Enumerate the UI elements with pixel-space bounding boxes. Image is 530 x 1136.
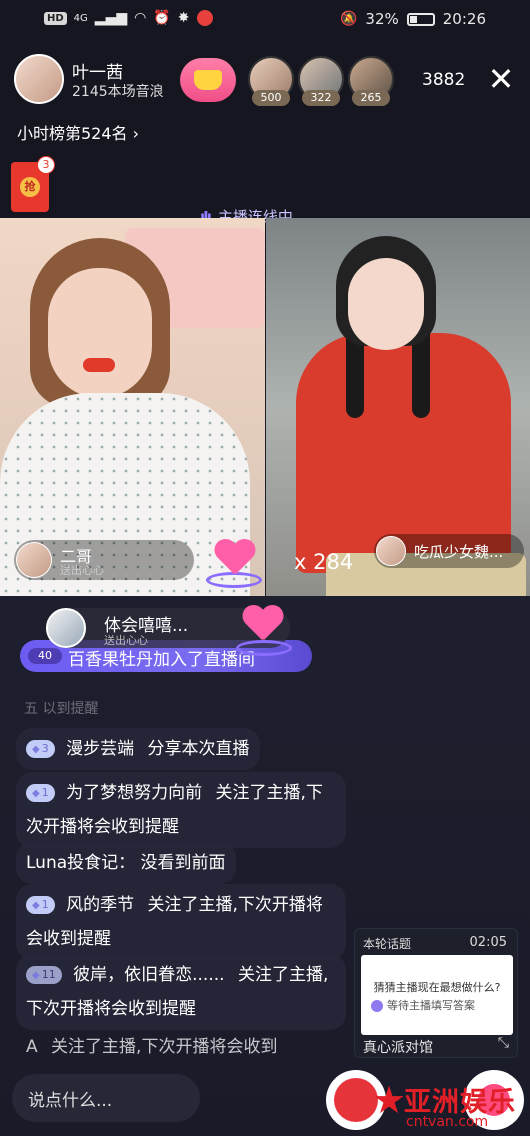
guest-face: [348, 258, 424, 350]
gift-combo-count: x 284: [294, 550, 354, 574]
chat-faded-line: 五 以到提醒: [24, 701, 99, 717]
battery-percent: 32%: [365, 10, 399, 28]
heart-ring: [236, 640, 292, 656]
battery-icon: [406, 12, 435, 26]
red-packet[interactable]: 抢 3: [11, 156, 55, 212]
gifter-avatar: [16, 542, 52, 578]
comment-input[interactable]: 说点什么...: [12, 1074, 200, 1122]
clock: 20:26: [442, 10, 486, 28]
red-packet-label: 抢: [20, 177, 40, 197]
hd-badge: HD: [44, 11, 67, 25]
hourly-rank-label: 小时榜第524名: [17, 124, 128, 143]
topic-header: 本轮话题: [363, 937, 412, 951]
chat-message[interactable]: 1 风的季节 关注了主播,下次开播将会收到提醒: [16, 884, 346, 960]
chat-user[interactable]: A: [26, 1037, 38, 1057]
expand-icon[interactable]: ⤡: [498, 1035, 509, 1051]
user-level-badge: 11: [26, 966, 62, 984]
alarm-icon: ⏰: [153, 10, 171, 26]
battery-fill: [409, 15, 418, 23]
app-notification-icon: ✸: [177, 10, 190, 26]
chat-text: 分享本次直播: [147, 739, 250, 759]
chat-message[interactable]: 11 彼岸，依旧眷恋...... 关注了主播,下次开播将会收到提醒: [16, 954, 346, 1030]
chat-message[interactable]: A 关注了主播,下次开播将会收到: [16, 1026, 287, 1068]
wifi-icon: ◠: [134, 10, 147, 26]
heart-icon: [214, 540, 254, 576]
chat-text: 关注了主播,下次开播将会收到: [51, 1037, 278, 1057]
host-name: 叶一茜: [72, 63, 123, 83]
user-level-badge: 1: [26, 784, 55, 802]
viewer-badge: 500: [252, 90, 290, 106]
check-icon: [371, 1000, 383, 1012]
chat-user[interactable]: 漫步芸端: [66, 739, 134, 759]
viewer-badge: 265: [352, 90, 390, 106]
guest-avatar: [376, 536, 406, 566]
live-room: HD 4G ▂▄▆ ◠ ⏰ ✸ 🔕 32% 20:26 叶一茜 2145本场音浪…: [0, 0, 530, 1136]
chat-message[interactable]: 1 为了梦想努力向前 关注了主播,下次开播将会收到提醒: [16, 772, 346, 848]
chat-user[interactable]: Luna投食记：: [26, 853, 135, 873]
app-red-icon: [196, 10, 213, 26]
host-face: [48, 268, 152, 398]
gift-box-icon: [194, 70, 222, 90]
chat-message[interactable]: Luna投食记： 没看到前面: [16, 842, 236, 884]
topic-answer-text: 等待主播填写答案: [387, 999, 475, 1012]
guest-name: 吃瓜少女魏...: [414, 543, 504, 561]
status-left: HD 4G ▂▄▆ ◠ ⏰ ✸: [44, 10, 213, 26]
watermark-en: cntvan.com: [406, 1114, 489, 1130]
signal-4g-icon: 4G: [73, 12, 88, 24]
red-packet-count: 3: [37, 156, 55, 174]
gift-sender-action: 送出心心: [104, 634, 148, 647]
host-video[interactable]: 二哥 送出心心: [0, 218, 265, 596]
guest-tag[interactable]: 吃瓜少女魏...: [374, 534, 524, 568]
follow-button[interactable]: [180, 58, 236, 102]
hourly-rank[interactable]: 小时榜第524名 ›: [17, 120, 139, 144]
user-level-badge: 3: [26, 740, 55, 758]
star-logo-icon: ★: [372, 1078, 407, 1122]
topic-footer: 真心派对馆: [363, 1040, 433, 1056]
top-viewer-1[interactable]: 500: [248, 56, 294, 106]
chat-message[interactable]: 3 漫步芸端 分享本次直播: [16, 728, 260, 770]
mute-bell-icon: 🔕: [339, 11, 358, 27]
host-lips: [83, 358, 115, 372]
viewer-count[interactable]: 3882: [422, 70, 465, 90]
host-sound-waves: 2145本场音浪: [72, 84, 164, 100]
topic-answer: 等待主播填写答案: [371, 997, 475, 1013]
chevron-right-icon: ›: [132, 124, 140, 143]
topic-body: 猜猜主播现在最想做什么? 等待主播填写答案: [361, 955, 513, 1035]
comment-placeholder: 说点什么...: [28, 1091, 113, 1111]
chat-user[interactable]: 风的季节: [66, 895, 134, 915]
join-text: 百香果牡丹加入了直播间: [68, 650, 255, 670]
topic-question: 猜猜主播现在最想做什么?: [373, 981, 501, 994]
top-viewer-3[interactable]: 265: [348, 56, 394, 106]
status-right: 🔕 32% 20:26: [340, 10, 486, 28]
watermark: ★ 亚洲娱乐 cntvan.com: [372, 1072, 530, 1136]
close-icon[interactable]: ✕: [484, 62, 518, 96]
signal-bars-icon: ▂▄▆: [94, 10, 128, 26]
host-avatar[interactable]: [14, 54, 64, 104]
status-bar: HD 4G ▂▄▆ ◠ ⏰ ✸ 🔕 32% 20:26: [0, 0, 530, 40]
viewer-badge: 322: [302, 90, 340, 106]
heart-icon: [242, 606, 282, 642]
topic-card[interactable]: 本轮话题 02:05 猜猜主播现在最想做什么? 等待主播填写答案 真心派对馆 ⤡: [354, 928, 518, 1058]
join-level-badge: 40: [28, 648, 62, 664]
gift-sender-avatar: [46, 608, 86, 648]
gift-action: 送出心心: [60, 564, 104, 577]
host-info[interactable]: 叶一茜 2145本场音浪: [10, 52, 245, 106]
top-viewer-2[interactable]: 322: [298, 56, 344, 106]
chat-user[interactable]: 为了梦想努力向前: [66, 783, 202, 803]
topic-timer: 02:05: [469, 935, 507, 950]
chat-user[interactable]: 彼岸，依旧眷恋......: [73, 965, 224, 985]
chat-text: 没看到前面: [140, 853, 226, 873]
user-level-badge: 1: [26, 896, 55, 914]
left-gift-caption: 二哥 送出心心: [14, 540, 194, 580]
